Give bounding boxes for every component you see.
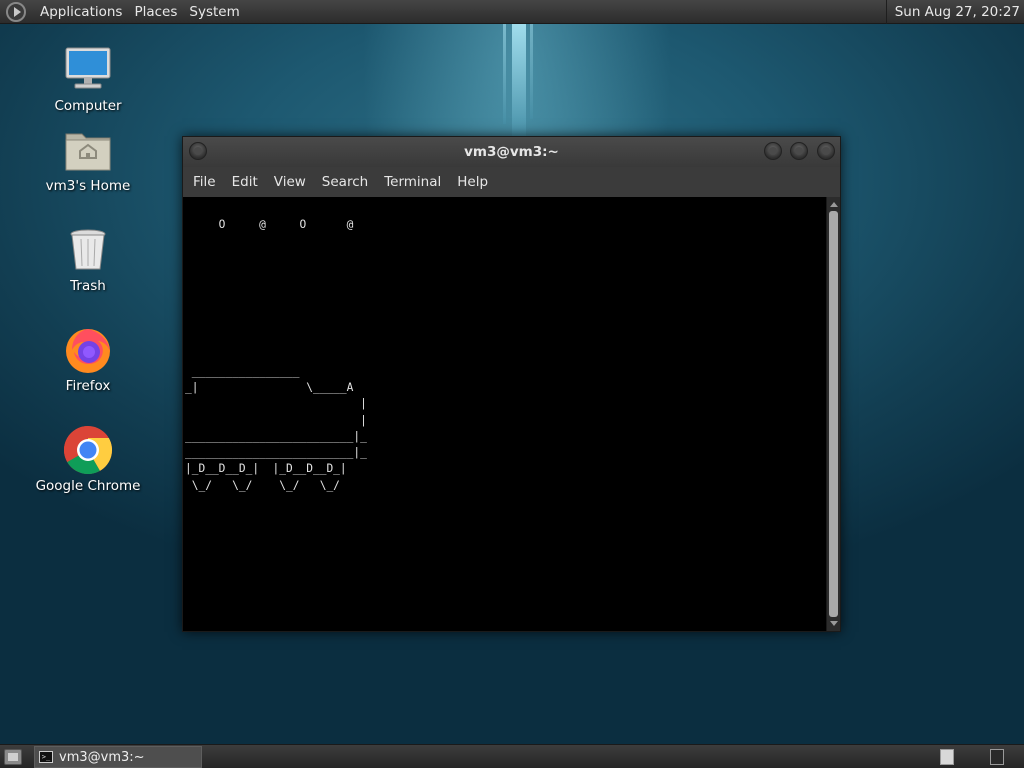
wallpaper-light-streak: [530, 24, 533, 119]
taskbar-item-terminal[interactable]: >_ vm3@vm3:~: [34, 746, 202, 768]
maximize-button[interactable]: [790, 142, 808, 160]
trash-icon: [62, 224, 114, 276]
desktop-icon-trash[interactable]: Trash: [28, 224, 148, 314]
desktop-icon-home[interactable]: vm3's Home: [28, 124, 148, 214]
window-title: vm3@vm3:~: [464, 144, 559, 160]
terminal-icon: >_: [39, 751, 53, 763]
desktop-icon-label: Computer: [54, 98, 122, 114]
taskbar-item-label: vm3@vm3:~: [59, 749, 145, 765]
computer-icon: [62, 44, 114, 96]
desktop-icon-label: vm3's Home: [45, 178, 131, 194]
menu-terminal[interactable]: Terminal: [378, 167, 447, 197]
workspace-2[interactable]: [990, 749, 1004, 765]
close-button[interactable]: [817, 142, 835, 160]
scrollbar-thumb[interactable]: [829, 211, 838, 617]
terminal-text: O @ O @ ________________ _| \_____A | | …: [185, 218, 367, 492]
menu-view[interactable]: View: [268, 167, 312, 197]
home-folder-icon: [62, 124, 114, 176]
window-titlebar[interactable]: vm3@vm3:~: [183, 137, 840, 167]
terminal-scrollbar[interactable]: [826, 197, 840, 631]
wallpaper-light-streak: [503, 24, 506, 124]
wallpaper-light-streak: [512, 24, 526, 136]
scroll-up-arrow-icon[interactable]: [830, 202, 838, 207]
show-desktop-icon[interactable]: [4, 749, 22, 765]
desktop-icon-chrome[interactable]: Google Chrome: [28, 424, 148, 514]
terminal-output-area[interactable]: O @ O @ ________________ _| \_____A | | …: [183, 197, 826, 631]
menu-help[interactable]: Help: [451, 167, 494, 197]
desktop-icon-label: Trash: [70, 278, 106, 294]
workspace-1[interactable]: [940, 749, 954, 765]
desktop-icon-label: Google Chrome: [35, 478, 141, 494]
minimize-button[interactable]: [764, 142, 782, 160]
chrome-icon: [62, 424, 114, 476]
clock[interactable]: Sun Aug 27, 20:27: [885, 0, 1020, 24]
bottom-panel: >_ vm3@vm3:~: [0, 744, 1024, 768]
top-panel: Applications Places System Sun Aug 27, 2…: [0, 0, 1024, 24]
desktop-icon-firefox[interactable]: Firefox: [28, 324, 148, 414]
desktop-icon-computer[interactable]: Computer: [28, 44, 148, 134]
menu-file[interactable]: File: [187, 167, 222, 197]
desktop-icon-label: Firefox: [65, 378, 111, 394]
menu-edit[interactable]: Edit: [226, 167, 264, 197]
scroll-down-arrow-icon[interactable]: [830, 621, 838, 626]
distro-logo-icon[interactable]: [6, 1, 26, 22]
system-menu[interactable]: System: [183, 0, 245, 24]
window-menubar: File Edit View Search Terminal Help: [183, 167, 840, 197]
menu-search[interactable]: Search: [316, 167, 374, 197]
firefox-icon: [62, 324, 114, 376]
terminal-window: vm3@vm3:~ File Edit View Search Terminal…: [182, 136, 841, 632]
applications-menu[interactable]: Applications: [34, 0, 128, 24]
places-menu[interactable]: Places: [128, 0, 183, 24]
